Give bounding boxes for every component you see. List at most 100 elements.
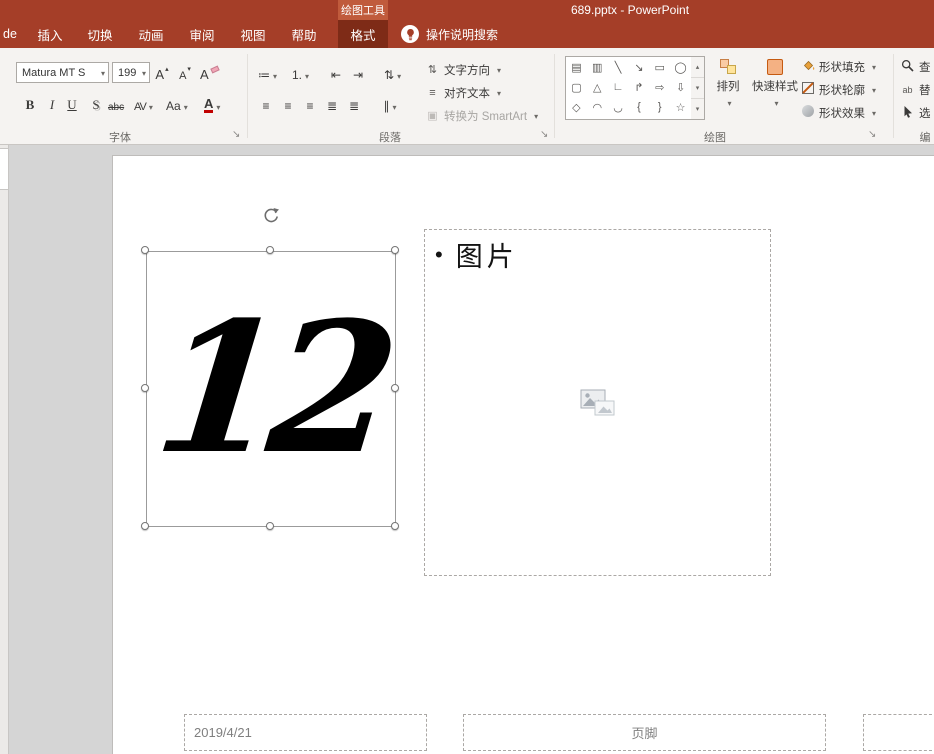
shape-vertical-textbox[interactable]: ▥: [592, 61, 602, 74]
convert-smartart-button[interactable]: ▣ 转换为 SmartArt: [425, 106, 538, 125]
increase-indent-button[interactable]: ⇥: [350, 62, 366, 82]
bold-button[interactable]: B: [22, 93, 38, 113]
shape-elbow-arrow[interactable]: ↱: [634, 81, 643, 94]
drawing-dialog-launcher[interactable]: ↘: [868, 129, 876, 141]
shape-right-block-arrow[interactable]: ⇨: [655, 81, 664, 94]
numbering-button[interactable]: 1.: [292, 62, 309, 82]
shape-left-brace[interactable]: {: [637, 101, 641, 113]
tab-review[interactable]: 审阅: [179, 20, 225, 48]
font-name-combo[interactable]: Matura MT S: [16, 62, 109, 83]
tell-me-button[interactable]: 操作说明搜索: [401, 20, 498, 48]
shape-triangle[interactable]: △: [593, 81, 601, 94]
shape-star[interactable]: ☆: [676, 101, 686, 114]
align-center-icon: ≡: [284, 99, 291, 113]
shape-fill-button[interactable]: 形状填充: [800, 57, 876, 76]
chevron-down-icon: [494, 64, 501, 76]
shape-down-block-arrow[interactable]: ⇩: [676, 81, 685, 94]
slide[interactable]: 12 • 图片: [112, 155, 934, 754]
text-direction-button[interactable]: ⇅ 文字方向: [425, 60, 501, 79]
shape-right-angle[interactable]: ∟: [613, 81, 624, 93]
clear-formatting-button[interactable]: A: [200, 62, 219, 82]
resize-handle-s[interactable]: [266, 522, 274, 530]
tab-animations[interactable]: 动画: [128, 20, 174, 48]
arrange-button[interactable]: 排列: [708, 54, 748, 124]
chevron-down-icon[interactable]: [394, 68, 401, 82]
align-center-button[interactable]: ≡: [280, 93, 296, 113]
tab-view[interactable]: 视图: [230, 20, 276, 48]
contextual-tab-header[interactable]: 绘图工具: [338, 0, 388, 20]
chevron-down-icon[interactable]: [181, 99, 188, 113]
distributed-button[interactable]: ≣: [346, 93, 362, 113]
shape-line[interactable]: ╲: [615, 61, 622, 74]
decrease-font-size-button[interactable]: A ▾: [177, 62, 193, 82]
replace-button[interactable]: ab 替: [900, 80, 931, 99]
select-button[interactable]: 选: [900, 103, 931, 122]
underline-button[interactable]: U: [64, 93, 80, 113]
tab-partial[interactable]: de: [0, 20, 20, 48]
text-shadow-button[interactable]: S: [88, 93, 104, 113]
date-placeholder[interactable]: 2019/4/21: [184, 714, 427, 751]
chevron-down-icon[interactable]: [98, 67, 105, 79]
quick-styles-label: 快速样式: [752, 78, 798, 94]
content-placeholder[interactable]: • 图片: [424, 229, 771, 576]
selected-text-shape[interactable]: 12: [131, 251, 410, 527]
gallery-scroll-up[interactable]: ▴: [691, 57, 704, 78]
tab-transitions[interactable]: 切换: [77, 20, 123, 48]
gallery-scroll-down[interactable]: ▾: [691, 78, 704, 99]
columns-button[interactable]: ∥: [382, 93, 398, 113]
align-left-button[interactable]: ≡: [258, 93, 274, 113]
shape-arrow-line[interactable]: ↘: [634, 61, 643, 74]
chevron-down-icon[interactable]: [213, 98, 220, 113]
quick-styles-button[interactable]: 快速样式: [750, 54, 800, 124]
bullet-marker: •: [435, 242, 443, 268]
bullets-button[interactable]: ≔: [258, 62, 277, 82]
picture-placeholder-icon[interactable]: [579, 388, 617, 418]
resize-handle-w[interactable]: [141, 384, 149, 392]
chevron-down-icon[interactable]: [270, 68, 277, 82]
shape-oval[interactable]: ◯: [674, 61, 686, 74]
shape-outline-button[interactable]: 形状轮廓: [800, 80, 876, 99]
resize-handle-e[interactable]: [391, 384, 399, 392]
chevron-down-icon[interactable]: [139, 67, 146, 79]
resize-handle-nw[interactable]: [141, 246, 149, 254]
line-spacing-button[interactable]: ⇅: [384, 62, 401, 82]
italic-button[interactable]: I: [44, 93, 60, 113]
tab-insert[interactable]: 插入: [28, 20, 72, 48]
rotate-handle[interactable]: [262, 206, 280, 224]
gallery-more[interactable]: ▾: [691, 99, 704, 119]
shape-textbox[interactable]: ▤: [571, 61, 581, 74]
resize-handle-n[interactable]: [266, 246, 274, 254]
chevron-down-icon[interactable]: [302, 68, 309, 82]
increase-font-size-button[interactable]: A ▴: [154, 62, 170, 82]
slidenumber-placeholder[interactable]: [863, 714, 934, 751]
replace-label: 替: [919, 82, 931, 98]
align-text-button[interactable]: ≡ 对齐文本: [425, 83, 501, 102]
shape-rectangle[interactable]: ▭: [655, 61, 665, 74]
smartart-label: 转换为 SmartArt: [444, 108, 527, 124]
footer-placeholder[interactable]: 页脚: [463, 714, 826, 751]
strikethrough-button[interactable]: abc: [108, 93, 124, 113]
shape-arc-down[interactable]: ◡: [613, 101, 623, 114]
chevron-down-icon[interactable]: [146, 101, 152, 113]
decrease-indent-button[interactable]: ⇤: [328, 62, 344, 82]
shape-diamond[interactable]: ◇: [572, 101, 580, 114]
find-button[interactable]: 查: [900, 57, 931, 76]
font-size-combo[interactable]: 199: [112, 62, 150, 83]
shape-arc-up[interactable]: ◠: [592, 101, 602, 114]
shape-rounded-rectangle[interactable]: ▢: [571, 81, 581, 94]
resize-handle-ne[interactable]: [391, 246, 399, 254]
shape-effects-button[interactable]: 形状效果: [800, 103, 876, 122]
align-right-button[interactable]: ≡: [302, 93, 318, 113]
justify-button[interactable]: ≣: [324, 93, 340, 113]
font-color-button[interactable]: A: [204, 93, 220, 113]
resize-handle-se[interactable]: [391, 522, 399, 530]
tab-format[interactable]: 格式: [338, 20, 388, 48]
change-case-button[interactable]: Aa: [166, 93, 188, 113]
character-spacing-button[interactable]: AV: [134, 93, 152, 113]
chevron-down-icon[interactable]: [389, 99, 396, 113]
font-dialog-launcher[interactable]: ↘: [232, 129, 240, 141]
resize-handle-sw[interactable]: [141, 522, 149, 530]
tab-help[interactable]: 帮助: [281, 20, 327, 48]
paragraph-dialog-launcher[interactable]: ↘: [540, 129, 548, 141]
shape-right-brace[interactable]: }: [658, 101, 662, 113]
